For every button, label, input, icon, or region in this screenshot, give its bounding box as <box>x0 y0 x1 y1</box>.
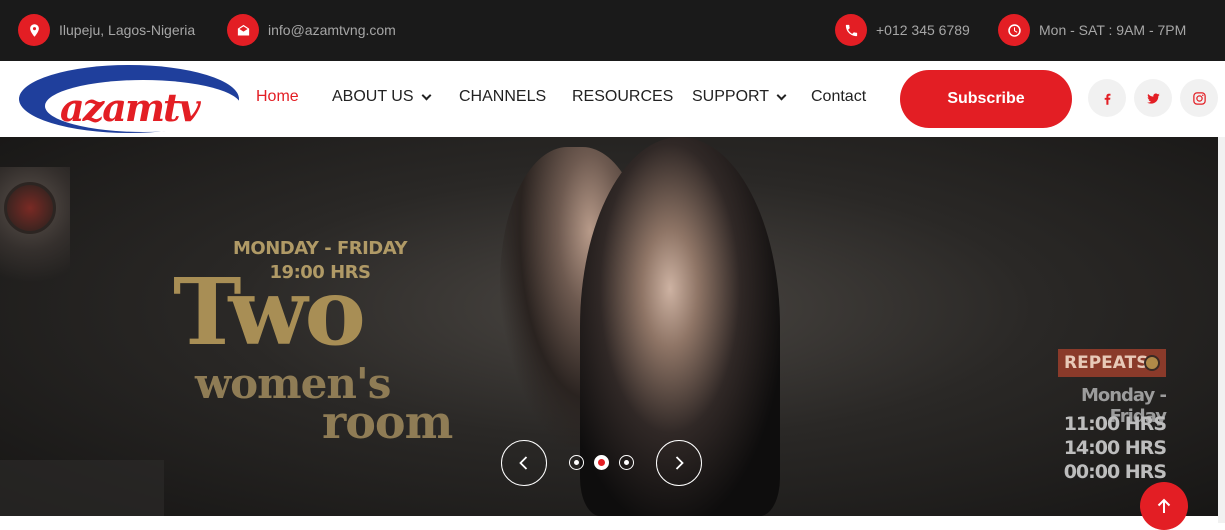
slider-next-button[interactable] <box>656 440 702 486</box>
nav-home-label[interactable]: Home <box>256 88 299 106</box>
instagram-icon <box>1192 91 1206 105</box>
repeats-dot-icon <box>1144 355 1160 371</box>
nav-contact-label[interactable]: Contact <box>811 88 866 106</box>
hero-bottom-left-shade <box>0 460 164 516</box>
phone-info[interactable]: +012 345 6789 <box>835 14 970 46</box>
email-text[interactable]: info@azamtvng.com <box>268 22 396 38</box>
page-scrollbar[interactable] <box>1218 137 1225 523</box>
repeats-badge: REPEATS <box>1058 349 1166 377</box>
facebook-icon <box>1104 93 1110 105</box>
main-navbar: azamtv Home ABOUT US CHANNELS RESOURCES … <box>0 61 1225 137</box>
repeat-time: 11:00 HRS <box>1063 413 1167 435</box>
nav-channels[interactable]: CHANNELS <box>459 88 546 106</box>
envelope-icon <box>227 14 259 46</box>
location-text: Ilupeju, Lagos-Nigeria <box>59 22 196 38</box>
logo-text: azamtv <box>60 85 202 130</box>
chevron-down-icon <box>776 90 787 100</box>
hours-text: Mon - SAT : 9AM - 7PM <box>1039 22 1187 38</box>
email-info[interactable]: info@azamtvng.com <box>227 14 396 46</box>
top-info-bar: Ilupeju, Lagos-Nigeria info@azamtvng.com… <box>0 0 1225 61</box>
facebook-button[interactable] <box>1088 79 1126 117</box>
chevron-down-icon <box>421 90 431 100</box>
nav-home[interactable]: Home <box>256 88 299 106</box>
instagram-button[interactable] <box>1180 79 1218 117</box>
slider-prev-button[interactable] <box>501 440 547 486</box>
chevron-left-icon <box>519 456 528 470</box>
phone-icon <box>835 14 867 46</box>
show-title-line1: Two <box>173 258 366 366</box>
nav-contact[interactable]: Contact <box>811 88 866 106</box>
chevron-right-icon <box>675 456 684 470</box>
hours-info: Mon - SAT : 9AM - 7PM <box>998 14 1186 46</box>
nav-channels-label[interactable]: CHANNELS <box>459 88 546 106</box>
nav-support-label[interactable]: SUPPORT <box>692 88 769 106</box>
repeats-label: REPEATS <box>1064 353 1149 373</box>
repeat-time: 00:00 HRS <box>1063 461 1167 483</box>
nav-about-label[interactable]: ABOUT US <box>332 88 414 106</box>
twitter-button[interactable] <box>1134 79 1172 117</box>
slider-dot-3[interactable] <box>619 455 634 470</box>
azamtv-logo[interactable]: azamtv <box>18 61 241 137</box>
slider-dot-2[interactable] <box>594 455 609 470</box>
nav-support[interactable]: SUPPORT <box>692 88 787 106</box>
hero-slider: MONDAY - FRIDAY 19:00 HRS Two women's ro… <box>0 137 1218 516</box>
show-title-line3: room <box>322 395 453 449</box>
location-info: Ilupeju, Lagos-Nigeria <box>18 14 195 46</box>
slider-dot-1[interactable] <box>569 455 584 470</box>
twitter-icon <box>1146 92 1160 104</box>
arrow-up-icon <box>1157 498 1171 513</box>
clock-icon <box>998 14 1030 46</box>
repeats-times: 11:00 HRS 14:00 HRS 00:00 HRS <box>1040 412 1167 484</box>
nav-resources-label[interactable]: RESOURCES <box>572 88 673 106</box>
repeat-time: 14:00 HRS <box>1063 437 1167 459</box>
subscribe-button[interactable]: Subscribe <box>900 70 1072 128</box>
location-pin-icon <box>18 14 50 46</box>
nav-about-us[interactable]: ABOUT US <box>332 88 431 106</box>
on-air-badge <box>4 182 56 234</box>
nav-resources[interactable]: RESOURCES <box>572 88 673 106</box>
phone-text[interactable]: +012 345 6789 <box>876 22 970 38</box>
